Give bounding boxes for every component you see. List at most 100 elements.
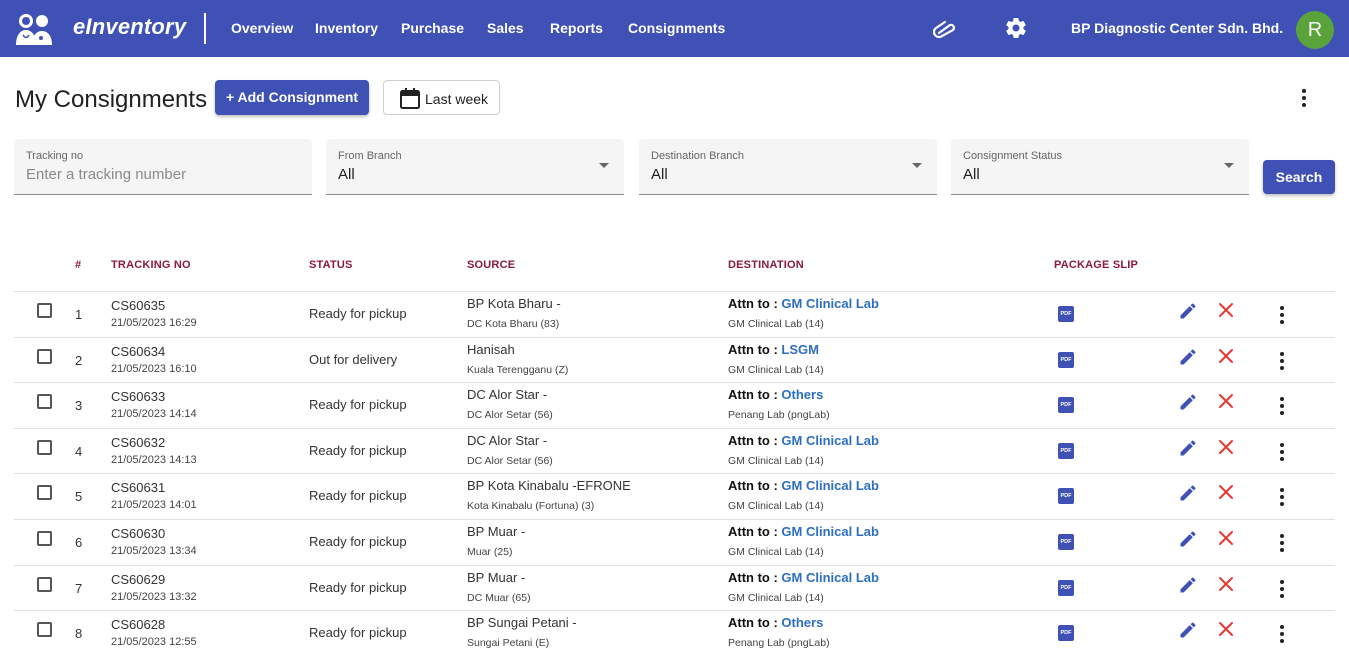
pdf-icon[interactable]: PDF <box>1058 488 1074 504</box>
row-checkbox[interactable] <box>37 577 52 592</box>
close-icon[interactable] <box>1217 392 1235 410</box>
source-sender: BP Kota Kinabalu -EFRONE <box>467 478 631 493</box>
source-branch: DC Muar (65) <box>467 592 531 604</box>
attn-recipient-link[interactable]: LSGM <box>781 342 819 357</box>
row-checkbox[interactable] <box>37 485 52 500</box>
more-options-icon[interactable] <box>1272 305 1292 325</box>
tracking-input[interactable]: Enter a tracking number <box>26 166 186 183</box>
table-row[interactable]: 6 CS60630 21/05/2023 13:34 Ready for pickup… <box>14 519 1335 565</box>
attn-recipient-link[interactable]: GM Clinical Lab <box>781 524 879 539</box>
pencil-icon[interactable] <box>1178 620 1198 640</box>
pencil-icon[interactable] <box>1178 347 1198 367</box>
row-number: 3 <box>75 398 83 413</box>
attn-prefix: Attn to : <box>728 296 782 311</box>
column-header-status[interactable]: STATUS <box>309 259 353 271</box>
pdf-icon[interactable]: PDF <box>1058 443 1074 459</box>
date-range-button[interactable]: Last week <box>383 80 500 115</box>
more-options-icon[interactable] <box>1272 442 1292 462</box>
pencil-icon[interactable] <box>1178 483 1198 503</box>
add-consignment-button[interactable]: + Add Consignment <box>215 80 369 115</box>
row-checkbox[interactable] <box>37 349 52 364</box>
more-options-icon[interactable] <box>1272 579 1292 599</box>
column-header-tracking[interactable]: TRACKING NO <box>111 259 191 271</box>
close-icon[interactable] <box>1217 301 1235 319</box>
row-checkbox[interactable] <box>37 303 52 318</box>
close-icon[interactable] <box>1217 483 1235 501</box>
more-options-icon[interactable] <box>1272 351 1292 371</box>
status-text: Ready for pickup <box>309 443 407 458</box>
destination-attn: Attn to : GM Clinical Lab <box>728 433 879 448</box>
pencil-icon[interactable] <box>1178 392 1198 412</box>
pdf-icon[interactable]: PDF <box>1058 352 1074 368</box>
destination-attn: Attn to : GM Clinical Lab <box>728 296 879 311</box>
close-icon[interactable] <box>1217 529 1235 547</box>
pdf-icon[interactable]: PDF <box>1058 534 1074 550</box>
pdf-icon[interactable]: PDF <box>1058 397 1074 413</box>
paperclip-icon[interactable] <box>933 20 957 38</box>
tracking-number-field[interactable]: Tracking no Enter a tracking number <box>14 139 312 195</box>
nav-sales[interactable]: Sales <box>487 20 524 36</box>
nav-overview[interactable]: Overview <box>231 20 293 36</box>
more-options-icon[interactable] <box>1272 533 1292 553</box>
close-icon[interactable] <box>1217 620 1235 638</box>
row-number: 8 <box>75 626 83 641</box>
table-row[interactable]: 8 CS60628 21/05/2023 12:55 Ready for pickup… <box>14 610 1335 656</box>
close-icon[interactable] <box>1217 575 1235 593</box>
attn-recipient-link[interactable]: GM Clinical Lab <box>781 433 879 448</box>
column-header-source[interactable]: SOURCE <box>467 259 515 271</box>
nav-consignments[interactable]: Consignments <box>628 20 725 36</box>
table-row[interactable]: 7 CS60629 21/05/2023 13:32 Ready for pickup… <box>14 565 1335 611</box>
table-row[interactable]: 4 CS60632 21/05/2023 14:13 Ready for pickup… <box>14 428 1335 474</box>
brand-name[interactable]: eInventory <box>73 14 186 40</box>
column-header-destination[interactable]: DESTINATION <box>728 259 804 271</box>
nav-purchase[interactable]: Purchase <box>401 20 464 36</box>
close-icon[interactable] <box>1217 438 1235 456</box>
row-checkbox[interactable] <box>37 531 52 546</box>
nav-reports[interactable]: Reports <box>550 20 603 36</box>
consignment-status-label: Consignment Status <box>963 150 1063 162</box>
gear-icon[interactable] <box>1004 16 1028 40</box>
created-date: 21/05/2023 14:13 <box>111 454 197 466</box>
close-icon[interactable] <box>1217 347 1235 365</box>
consignment-status-select[interactable]: Consignment Status All <box>951 139 1249 195</box>
destination-branch-value: All <box>651 166 668 183</box>
pencil-icon[interactable] <box>1178 438 1198 458</box>
attn-recipient-link[interactable]: GM Clinical Lab <box>781 478 879 493</box>
destination-branch: GM Clinical Lab (14) <box>728 318 824 330</box>
pdf-icon[interactable]: PDF <box>1058 306 1074 322</box>
table-row[interactable]: 5 CS60631 21/05/2023 14:01 Ready for pickup… <box>14 473 1335 519</box>
destination-branch-select[interactable]: Destination Branch All <box>639 139 937 195</box>
doctor-logo-icon[interactable] <box>14 11 54 47</box>
pencil-icon[interactable] <box>1178 301 1198 321</box>
destination-branch: GM Clinical Lab (14) <box>728 546 824 558</box>
destination-branch-label: Destination Branch <box>651 150 744 162</box>
brand-divider <box>204 13 206 44</box>
table-row[interactable]: 2 CS60634 21/05/2023 16:10 Out for delivery… <box>14 337 1335 383</box>
created-date: 21/05/2023 13:32 <box>111 591 197 603</box>
pencil-icon[interactable] <box>1178 529 1198 549</box>
pdf-icon[interactable]: PDF <box>1058 625 1074 641</box>
table-row[interactable]: 3 CS60633 21/05/2023 14:14 Ready for pickup… <box>14 382 1335 428</box>
source-sender: BP Muar - <box>467 524 526 539</box>
destination-branch: GM Clinical Lab (14) <box>728 592 824 604</box>
pencil-icon[interactable] <box>1178 575 1198 595</box>
more-options-icon[interactable] <box>1272 396 1292 416</box>
more-options-icon[interactable] <box>1272 624 1292 644</box>
pdf-icon[interactable]: PDF <box>1058 580 1074 596</box>
nav-inventory[interactable]: Inventory <box>315 20 378 36</box>
from-branch-select[interactable]: From Branch All <box>326 139 624 195</box>
table-row[interactable]: 1 CS60635 21/05/2023 16:29 Ready for pickup… <box>14 291 1335 337</box>
search-button[interactable]: Search <box>1263 160 1335 194</box>
row-checkbox[interactable] <box>37 622 52 637</box>
attn-recipient-link[interactable]: GM Clinical Lab <box>781 570 879 585</box>
more-options-icon[interactable] <box>1272 487 1292 507</box>
attn-recipient-link[interactable]: Others <box>781 615 823 630</box>
chevron-down-icon <box>1224 163 1234 168</box>
more-options-icon[interactable] <box>1294 88 1314 108</box>
attn-recipient-link[interactable]: Others <box>781 387 823 402</box>
row-checkbox[interactable] <box>37 440 52 455</box>
avatar[interactable]: R <box>1296 11 1334 49</box>
source-branch: DC Kota Bharu (83) <box>467 318 560 330</box>
row-checkbox[interactable] <box>37 394 52 409</box>
attn-recipient-link[interactable]: GM Clinical Lab <box>781 296 879 311</box>
